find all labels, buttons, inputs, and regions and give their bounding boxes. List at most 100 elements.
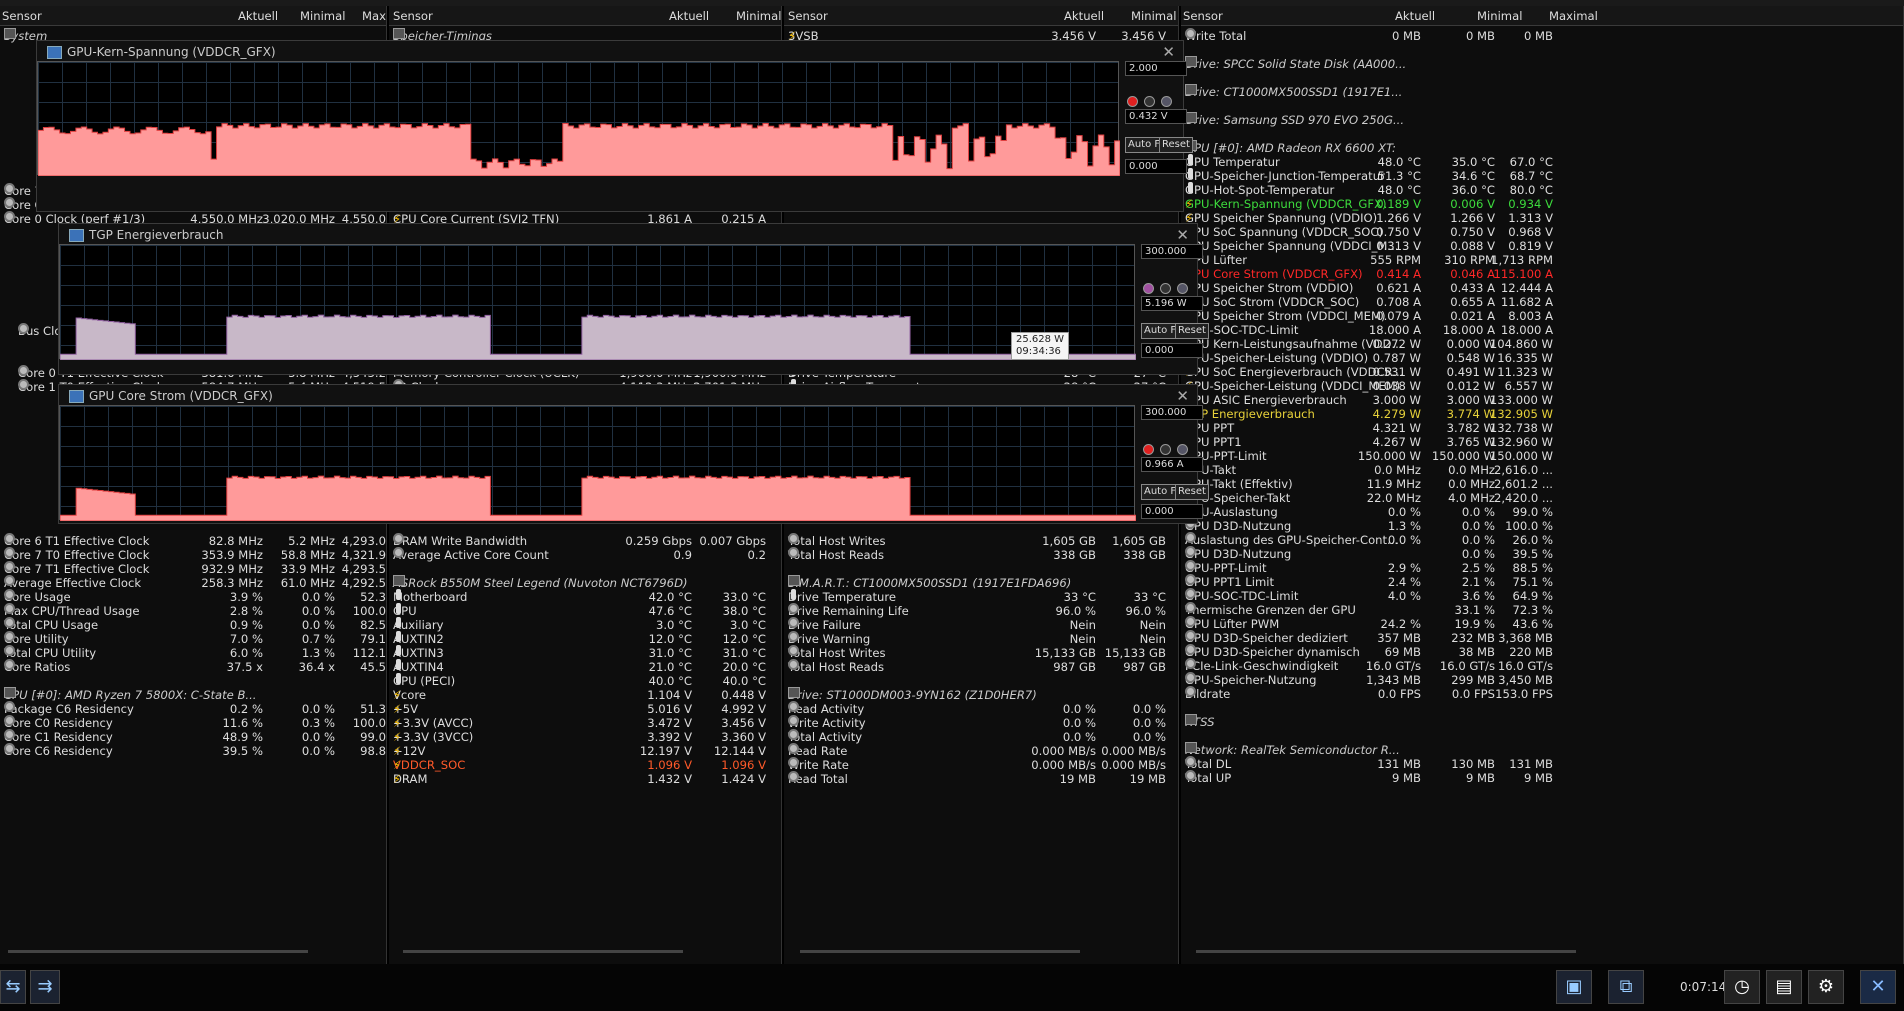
layout-icon[interactable]: ⧉	[1608, 970, 1644, 1004]
sensor-label: +3.3V (3VCC)	[393, 730, 474, 744]
horizontal-scrollbar[interactable]	[8, 950, 308, 953]
sensor-icon	[1185, 756, 1196, 767]
graph-max-box[interactable]: 300.000	[1141, 405, 1203, 420]
sensor-icon	[1185, 28, 1196, 39]
group-label: Drive: SPCC Solid State Disk (AA000...	[1185, 57, 1407, 71]
forward-icon[interactable]: ⇉	[30, 970, 60, 1004]
group-label: Drive: CT1000MX500SSD1 (1917E1...	[1185, 85, 1403, 99]
color-dot[interactable]	[1144, 96, 1155, 107]
sensor-icon	[788, 659, 799, 670]
col-min[interactable]: Minimal	[736, 9, 781, 23]
color-dot[interactable]	[1177, 283, 1188, 294]
sensor-row[interactable]: Bildrate 0.0 FPS 0.0 FPS 153.0 FPS	[1181, 686, 1903, 703]
horizontal-scrollbar[interactable]	[403, 950, 683, 953]
color-dot[interactable]	[1160, 283, 1171, 294]
sensor-row[interactable]: ›Core C6 Residency39.5 %0.0 %98.8	[0, 743, 386, 760]
reset-button[interactable]: Reset	[1159, 137, 1193, 153]
thermometer-icon	[396, 617, 401, 628]
sensor-row[interactable]: Read Total 19 MB 19 MB	[784, 771, 1178, 788]
graph-min-box[interactable]: 0.000	[1141, 504, 1203, 519]
sensor-name-cell: Total Host Reads	[788, 547, 884, 564]
sensor-label: GPU Temperatur	[1185, 155, 1280, 169]
reset-button[interactable]: Reset	[1175, 323, 1209, 339]
graph-title-bar[interactable]: TGP Energieverbrauch ✕	[59, 224, 1197, 246]
sensor-row[interactable]: Total Host Reads 338 GB 338 GB	[784, 547, 1178, 564]
lightning-icon: ⚡	[393, 772, 402, 786]
horizontal-scrollbar[interactable]	[800, 950, 1080, 953]
graph-title-bar[interactable]: GPU Core Strom (VDDCR_GFX) ✕	[59, 385, 1197, 407]
sensor-label: Core 7 T1 Effective Clock	[4, 562, 150, 576]
sensor-icon	[1185, 546, 1196, 557]
sensor-row[interactable]: Total Host Reads 987 GB 987 GB	[784, 659, 1178, 676]
sensor-icon	[4, 603, 15, 614]
close-icon[interactable]: ✕	[1860, 970, 1896, 1004]
sensor-row[interactable]: ⚡ DRAM 1.432 V 1.424 V	[389, 771, 781, 788]
close-icon[interactable]: ✕	[1176, 224, 1189, 246]
sensor-row[interactable]: ›RTSS	[1181, 714, 1903, 731]
col-sensor[interactable]: Sensor	[2, 9, 42, 23]
color-dot[interactable]	[1177, 444, 1188, 455]
col-sensor[interactable]: Sensor	[1183, 9, 1223, 23]
network-icon[interactable]: ▣	[1556, 970, 1592, 1004]
horizontal-scrollbar[interactable]	[1196, 950, 1576, 953]
color-dot-active[interactable]	[1143, 444, 1154, 455]
color-dot-active[interactable]	[1127, 96, 1138, 107]
col-max[interactable]: Maximal	[1549, 9, 1598, 23]
col-current[interactable]: Aktuell	[669, 9, 709, 23]
chip-icon	[788, 687, 800, 698]
col-min[interactable]: Minimal	[1131, 9, 1176, 23]
sensor-label: Write Activity	[788, 716, 866, 730]
sensor-name-cell: Bildrate	[1185, 686, 1230, 703]
col-sensor[interactable]: Sensor	[393, 9, 433, 23]
sensor-row[interactable]: ›Drive: Samsung SSD 970 EVO 250G...	[1181, 112, 1903, 129]
clock-icon[interactable]: ◷	[1724, 970, 1760, 1004]
sensor-icon	[393, 533, 404, 544]
col-sensor[interactable]: Sensor	[788, 9, 828, 23]
col-current[interactable]: Aktuell	[1064, 9, 1104, 23]
col-current[interactable]: Aktuell	[1395, 9, 1435, 23]
sensor-row[interactable]: Write Total 0 MB 0 MB 0 MB	[1181, 28, 1903, 45]
close-icon[interactable]: ✕	[1162, 41, 1175, 63]
group-label: S.M.A.R.T.: CT1000MX500SSD1 (1917E1FDA69…	[788, 576, 1072, 590]
graph-current-box[interactable]: 0.966 A	[1141, 457, 1203, 472]
graph-title-bar[interactable]: GPU-Kern-Spannung (VDDCR_GFX) ✕	[37, 41, 1183, 63]
thermometer-icon	[396, 631, 401, 642]
sensor-pane-4: Sensor Aktuell Minimal Maximal Write Total 0…	[1181, 6, 1904, 964]
report-icon[interactable]: ▤	[1766, 970, 1802, 1004]
graph-min-box[interactable]: 0.000	[1125, 159, 1187, 174]
close-icon[interactable]: ✕	[1176, 385, 1189, 407]
sensor-row[interactable]: ›Drive: SPCC Solid State Disk (AA000...	[1181, 56, 1903, 73]
sensor-row[interactable]: ›Drive: CT1000MX500SSD1 (1917E1...	[1181, 84, 1903, 101]
sensor-icon	[4, 533, 15, 544]
graph-max-box[interactable]: 2.000	[1125, 61, 1187, 76]
graph-area	[38, 123, 1120, 176]
sensor-label: Read Activity	[788, 702, 865, 716]
color-dot[interactable]	[1160, 444, 1171, 455]
sensor-icon	[4, 561, 15, 572]
sensor-icon	[4, 617, 15, 628]
graph-min-box[interactable]: 0.000	[1141, 343, 1203, 358]
col-min[interactable]: Minimal	[1477, 9, 1522, 23]
sensor-icon	[393, 547, 404, 558]
sensor-icon	[18, 379, 29, 390]
sensor-row[interactable]: Total UP 9 MB 9 MB 9 MB	[1181, 770, 1903, 787]
graph-current-box[interactable]: 0.432 V	[1125, 109, 1187, 124]
thermometer-icon	[396, 589, 401, 600]
col-current[interactable]: Aktuell	[238, 9, 278, 23]
reset-button[interactable]: Reset	[1175, 484, 1209, 500]
thermometer-icon	[1188, 168, 1193, 179]
graph-max-box[interactable]: 300.000	[1141, 244, 1203, 259]
sensor-name-cell: ›RTSS	[1185, 714, 1214, 731]
chip-icon	[788, 575, 800, 586]
settings-icon[interactable]: ⚙	[1808, 970, 1844, 1004]
col-min: Minimal	[300, 9, 346, 23]
sensor-row[interactable]: ›Core Ratios37.5 x36.4 x45.5	[0, 659, 386, 676]
back-icon[interactable]: ⇆	[0, 970, 26, 1004]
color-dot-active[interactable]	[1143, 283, 1154, 294]
color-dot[interactable]	[1161, 96, 1172, 107]
graph-current-box[interactable]: 5.196 W	[1141, 296, 1203, 311]
sensor-label: CPU (PECI)	[393, 674, 456, 688]
sensor-icon	[4, 645, 15, 656]
sensor-row[interactable]: Average Active Core Count 0.9 0.2	[389, 547, 781, 564]
thermometer-icon	[1188, 154, 1193, 165]
